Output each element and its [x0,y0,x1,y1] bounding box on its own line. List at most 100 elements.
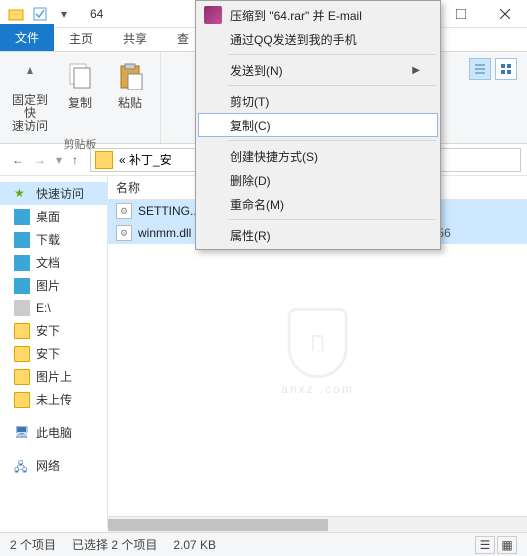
nav-arrows: ← → ▾ ↑ [6,153,84,167]
nav-this-pc[interactable]: 🖥此电脑 [0,421,107,444]
shield-icon [288,308,348,378]
view-details-small-button[interactable]: ☰ [475,536,495,554]
menu-item[interactable]: 属性(R) [198,223,438,247]
status-bar: 2 个项目 已选择 2 个项目 2.07 KB ☰ ▦ [0,532,527,556]
scrollbar-thumb[interactable] [108,519,328,531]
folder-icon [14,323,30,339]
quick-access-toolbar: ▾ [0,6,80,22]
menu-item[interactable]: 删除(D) [198,168,438,192]
menu-separator [228,140,436,141]
paste-button[interactable]: 粘贴 [108,56,152,111]
nav-label: 未上传 [36,391,72,408]
properties-icon[interactable] [32,6,48,22]
nav-pictures[interactable]: 图片 [0,274,107,297]
nav-label: 桌面 [36,208,60,225]
nav-label: 安下 [36,322,60,339]
menu-item[interactable]: 创建快捷方式(S) [198,144,438,168]
nav-label: 此电脑 [36,424,72,441]
horizontal-scrollbar[interactable] [108,516,527,532]
view-icons-small-button[interactable]: ▦ [497,536,517,554]
pin-icon [14,60,46,92]
menu-item-label: 属性(R) [230,227,271,244]
menu-separator [228,85,436,86]
menu-item-label: 删除(D) [230,172,271,189]
ribbon-group-clipboard: 固定到快 速访问 复制 粘贴 剪贴板 [0,52,161,143]
star-icon: ★ [14,186,30,202]
menu-item[interactable]: 通过QQ发送到我的手机 [198,27,438,51]
submenu-arrow-icon: ▶ [412,65,420,76]
nav-documents[interactable]: 文档 [0,251,107,274]
nav-label: 文档 [36,254,60,271]
tab-share[interactable]: 共享 [108,25,162,51]
file-icon: ⚙ [116,203,132,219]
paste-label: 粘贴 [118,94,142,111]
forward-button[interactable]: → [34,153,46,167]
menu-item[interactable]: 重命名(M) [198,192,438,216]
menu-separator [228,219,436,220]
recent-dropdown[interactable]: ▾ [56,153,62,167]
menu-item-label: 创建快捷方式(S) [230,148,318,165]
status-size: 2.07 KB [173,538,216,552]
menu-item-label: 压缩到 "64.rar" 并 E-mail [230,7,362,24]
menu-item-label: 重命名(M) [230,196,284,213]
status-view-switcher: ☰ ▦ [475,536,517,554]
breadcrumb-segment[interactable]: « 补丁_安 [119,151,172,168]
folder-icon [14,346,30,362]
navigation-pane[interactable]: ★ 快速访问 桌面 下载 文档 图片 E:\ 安下 安下 图片上 未上传 🖥此电脑… [0,176,108,528]
folder-icon [8,6,24,22]
close-button[interactable] [483,0,527,28]
nav-folder[interactable]: 未上传 [0,388,107,411]
nav-quick-access[interactable]: ★ 快速访问 [0,182,107,205]
menu-item[interactable]: 压缩到 "64.rar" 并 E-mail [198,3,438,27]
copy-label: 复制 [68,94,92,111]
folder-icon [14,369,30,385]
nav-desktop[interactable]: 桌面 [0,205,107,228]
nav-label: 下载 [36,231,60,248]
context-menu: 压缩到 "64.rar" 并 E-mail 通过QQ发送到我的手机发送到(N) ▶ 剪… [195,0,441,250]
tab-home[interactable]: 主页 [54,25,108,51]
document-icon [14,255,30,271]
folder-icon [14,392,30,408]
menu-item-label: 通过QQ发送到我的手机 [230,31,357,48]
up-button[interactable]: ↑ [72,153,78,167]
nav-label: 网络 [36,457,60,474]
watermark: anxz .com [281,308,354,396]
menu-item-label: 剪切(T) [230,93,269,110]
nav-folder[interactable]: 图片上 [0,365,107,388]
nav-edrive[interactable]: E:\ [0,297,107,319]
copy-button[interactable]: 复制 [58,56,102,111]
nav-label: 安下 [36,345,60,362]
download-icon [14,232,30,248]
menu-separator [228,54,436,55]
picture-icon [14,278,30,294]
menu-item[interactable]: 剪切(T) [198,89,438,113]
folder-icon [95,151,113,169]
dropdown-icon[interactable]: ▾ [56,6,72,22]
status-item-count: 2 个项目 [10,536,56,553]
nav-label: E:\ [36,301,51,315]
copy-icon [64,60,96,92]
nav-downloads[interactable]: 下载 [0,228,107,251]
menu-item[interactable]: 复制(C) [198,113,438,137]
status-selected-count: 已选择 2 个项目 [72,536,157,553]
pin-button[interactable]: 固定到快 速访问 [8,56,52,134]
network-icon: 🖧 [14,458,30,474]
watermark-text: anxz .com [281,382,354,396]
menu-item-label: 发送到(N) [230,62,283,79]
view-details-button[interactable] [469,58,491,80]
file-icon: ⚙ [116,225,132,241]
menu-item-label: 复制(C) [230,117,271,134]
view-icons-button[interactable] [495,58,517,80]
pin-label: 固定到快 速访问 [8,94,52,134]
drive-icon [14,300,30,316]
maximize-button[interactable] [439,0,483,28]
nav-label: 图片 [36,277,60,294]
menu-item[interactable]: 发送到(N) ▶ [198,58,438,82]
nav-label: 图片上 [36,368,72,385]
tab-file[interactable]: 文件 [0,24,54,51]
nav-folder[interactable]: 安下 [0,319,107,342]
nav-label: 快速访问 [36,185,84,202]
back-button[interactable]: ← [12,153,24,167]
nav-folder[interactable]: 安下 [0,342,107,365]
nav-network[interactable]: 🖧 网络 [0,454,107,477]
